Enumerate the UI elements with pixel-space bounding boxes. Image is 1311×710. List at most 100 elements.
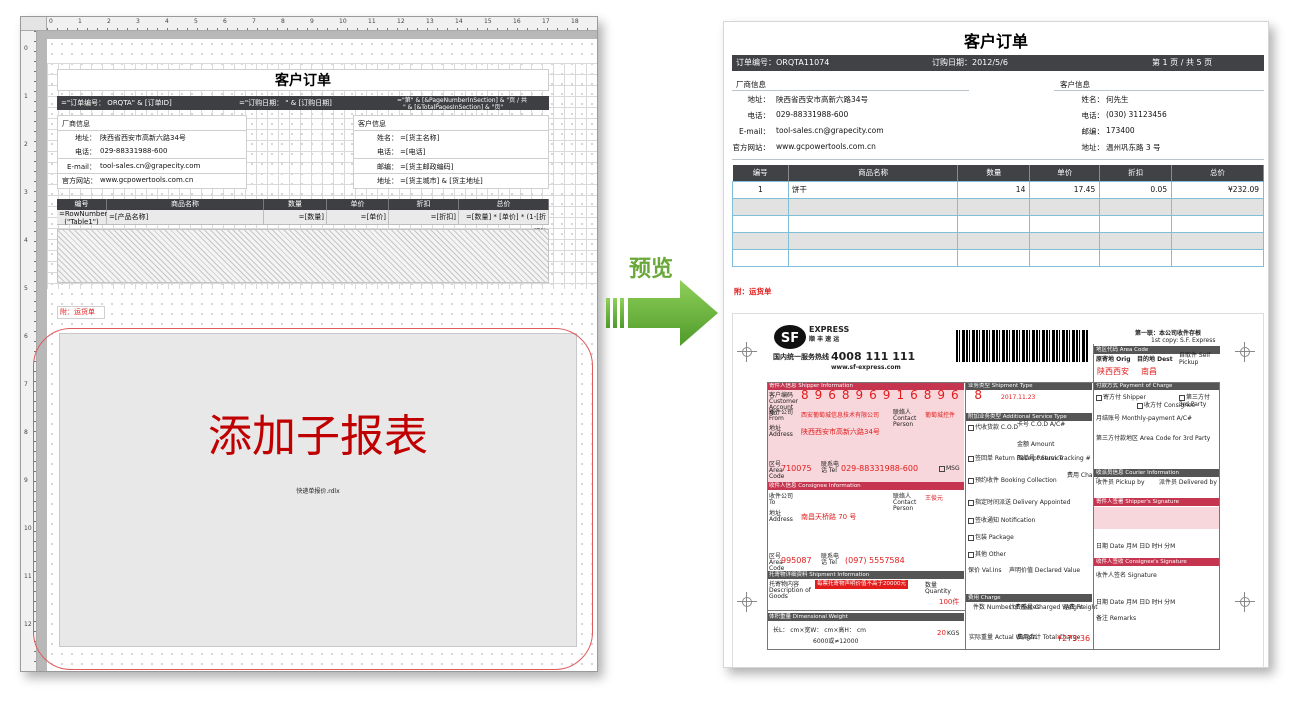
customer-label: 地址： — [1081, 143, 1105, 152]
ruler-tick: 2 — [107, 18, 111, 25]
table-header-cell: 商品名称 — [788, 165, 959, 181]
table-header-cell[interactable]: 折扣 — [389, 199, 459, 210]
goods-label: 托寄物内容 Description of Goods — [769, 581, 811, 600]
shipper-pay-option[interactable]: 寄方付 Shipper — [1096, 394, 1146, 401]
courier-header: 收派员信息 Courier Information — [1094, 469, 1220, 477]
quantity-label: 数量 Quantity — [925, 582, 951, 595]
pickup-by-label: 收件员 Pickup by — [1096, 479, 1145, 486]
table-header-cell[interactable]: 总价 — [459, 199, 549, 210]
hotline-number: 4008 111 111 — [831, 350, 916, 363]
table-header-cell[interactable]: 编号 — [57, 199, 107, 210]
booking-label: 预约收件 Booking Collection — [975, 477, 1057, 484]
registration-mark-icon — [1235, 342, 1255, 362]
shipment-header: 托寄物详细资料 Shipment Information — [767, 571, 964, 579]
order-number: 订单编号：ORQTA11074 — [736, 58, 830, 67]
total-charge-value: ¥273.36 — [1057, 634, 1091, 643]
customer-value[interactable]: =[货主名称] — [400, 133, 439, 143]
order-header-bar[interactable]: ="订单编号： ORQTA" & [订单ID] ="订购日期： " & [订购日… — [57, 96, 549, 111]
customer-value[interactable]: =[电话] — [400, 147, 425, 157]
customer-header: 客户信息 — [1060, 80, 1090, 89]
customer-label: 邮编： — [377, 163, 398, 171]
table-cell[interactable]: =[数量] — [264, 210, 327, 225]
notification-option[interactable]: 签收通知 Notification — [968, 517, 1035, 524]
msg-checkbox[interactable]: MSG — [939, 465, 960, 472]
report-title[interactable]: 客户订单 — [57, 69, 549, 91]
msg-label: MSG — [946, 465, 960, 472]
table-header-row: 编号 商品名称 数量 单价 折扣 总价 — [732, 165, 1264, 181]
table-cell: 14 — [957, 180, 1031, 199]
payment-header: 付款方式 Payment of Charge — [1094, 382, 1220, 390]
customer-address: 温州巩东路 3 号 — [1106, 143, 1161, 152]
vendor-label: 电话： — [75, 148, 96, 156]
page-total-expression[interactable]: " & [&TotalPagesInSection] & "页" — [403, 102, 503, 111]
website: www.sf-express.com — [831, 364, 901, 371]
table-header-cell[interactable]: 数量 — [264, 199, 327, 210]
appointed-delivery-option[interactable]: 指定时间派送 Delivery Appointed — [968, 499, 1070, 506]
table-header-cell[interactable]: 单价 — [327, 199, 389, 210]
table-cell[interactable]: =[产品名称] — [107, 210, 264, 225]
customer-value[interactable]: =[货主城市] & [货主地址] — [400, 176, 483, 186]
tracking-label: 回单号 Return Tracking # — [1017, 455, 1091, 462]
customer-info-box[interactable]: 客户信息 姓名： =[货主名称] 电话： =[电话] 邮编： =[货主邮政编码]… — [353, 115, 549, 189]
order-date-expression[interactable]: ="订购日期： " & [订购日期] — [239, 98, 332, 108]
vendor-value[interactable]: www.gcpowertools.com.cn — [100, 176, 193, 184]
shipper-signature-date: 日期 Date 月M 日D 时H 分M — [1096, 543, 1176, 550]
ruler-tick: 10 — [24, 525, 32, 532]
customer-name: 何先生 — [1106, 95, 1129, 104]
table-header-cell[interactable]: 商品名称 — [107, 199, 264, 210]
ruler-tick: 12 — [24, 621, 32, 628]
order-items-table: 编号 商品名称 数量 单价 折扣 总价 1 饼干 14 17.45 0.05 ¥… — [732, 165, 1264, 267]
vendor-info-box[interactable]: 厂商信息 地址： 陕西省西安市高新六路34号 电话： 029-88331988-… — [57, 115, 247, 189]
order-no-expression[interactable]: ="订单编号： ORQTA" & [订单ID] — [61, 98, 172, 108]
package-option[interactable]: 包装 Package — [968, 534, 1014, 541]
monthly-account-label: 月结账号 Monthly-payment A/C# — [1096, 415, 1192, 422]
cod-option[interactable]: 代收货款 C.O.D — [968, 424, 1018, 431]
additional-service-header: 附加业务类型 Additional Service Type — [966, 413, 1092, 421]
shipper-signature-box[interactable] — [1094, 507, 1220, 529]
table-cell[interactable]: =[单价] — [327, 210, 389, 225]
table-row — [732, 197, 1264, 216]
cod-account-label: 卡号 C.O.D A/C# — [1017, 421, 1066, 428]
to-address: 南昌天桥路 70 号 — [801, 513, 857, 521]
ruler-tick: 15 — [484, 18, 492, 25]
ruler-tick: 8 — [281, 18, 285, 25]
svg-text:SF: SF — [781, 331, 799, 346]
remarks-label: 备注 Remarks — [1096, 615, 1137, 622]
table-cell: 饼干 — [787, 180, 959, 199]
from-label: 寄件公司 From — [769, 409, 794, 422]
customer-zip: 173400 — [1106, 126, 1135, 135]
booking-option[interactable]: 预约收件 Booking Collection — [968, 477, 1057, 484]
table-cell[interactable]: =[折扣] — [389, 210, 459, 225]
preview-label: 预览 — [629, 257, 674, 282]
third-party-pay-option[interactable]: 第三方付 3rd Party — [1179, 394, 1219, 408]
quantity-value: 100件 — [939, 598, 960, 606]
ruler-tick: 17 — [542, 18, 550, 25]
table-footer-area — [57, 229, 549, 283]
vendor-label: 官方网站： — [732, 143, 771, 152]
to-area: 995087 — [781, 556, 812, 565]
customer-value[interactable]: =[货主邮政编码] — [400, 162, 453, 172]
attachment-label[interactable]: 附：运货单 — [57, 306, 105, 319]
customer-label: 邮编： — [1081, 127, 1105, 136]
vendor-value[interactable]: 陕西省西安市高新六路34号 — [100, 133, 186, 143]
vendor-value[interactable]: tool-sales.cn@grapecity.com — [100, 162, 200, 170]
vendor-value[interactable]: 029-88331988-600 — [100, 147, 167, 155]
service-header: 业务类型 Shipment Type — [966, 382, 1092, 390]
other-option[interactable]: 其他 Other — [968, 551, 1006, 558]
registration-mark-icon — [1235, 592, 1255, 612]
notification-label: 签收通知 Notification — [975, 517, 1036, 524]
consignee-signature-date: 日期 Date 月M 日D 时H 分M — [1096, 599, 1176, 606]
design-page[interactable]: 客户订单 ="订单编号： ORQTA" & [订单ID] ="订购日期： " &… — [33, 39, 597, 671]
table-cell: 17.45 — [1029, 180, 1101, 199]
table-cell[interactable]: =RowNumber ("Table1") — [57, 210, 108, 226]
vendor-label: E-mail： — [738, 127, 770, 136]
table-cell[interactable]: =[数量] * [单价] * (1-[折扣]) — [459, 210, 549, 236]
brand-name-cn: 顺 丰 速 运 — [809, 336, 840, 343]
ruler-tick: 1 — [78, 18, 82, 25]
ruler-tick: 7 — [252, 18, 256, 25]
copy-subtitle: 1st copy: S.F. Express — [1151, 337, 1216, 344]
horizontal-ruler[interactable]: 0 1 2 3 4 5 6 7 8 9 10 11 12 13 14 15 16… — [47, 17, 597, 31]
ruler-tick: 13 — [426, 18, 434, 25]
ruler-tick: 3 — [24, 189, 28, 196]
divider — [1054, 90, 1264, 91]
